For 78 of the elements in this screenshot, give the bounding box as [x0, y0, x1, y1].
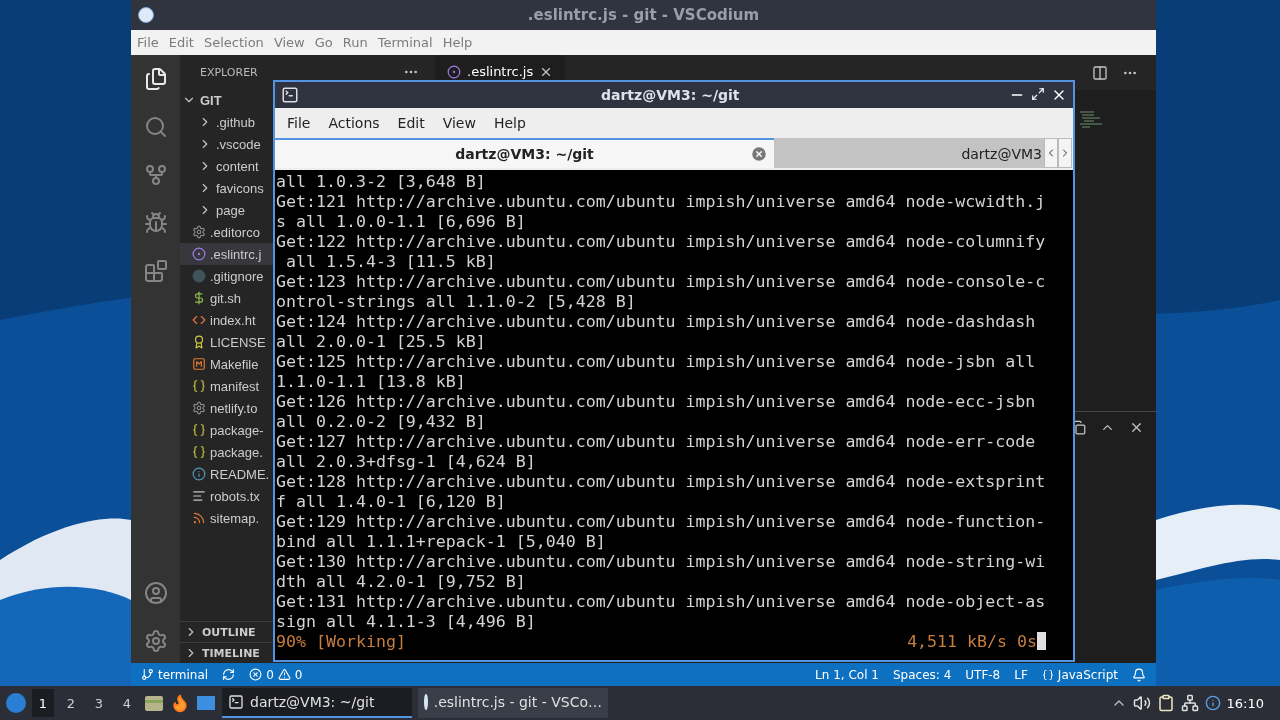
menu-item[interactable]: Go [314, 35, 333, 50]
workspace-button[interactable]: 2 [60, 689, 82, 717]
menu-item[interactable]: File [279, 115, 319, 131]
menu-item[interactable]: File [137, 35, 159, 50]
terminal-line: all 1.5.4-3 [11.5 kB] [285, 252, 497, 272]
file-tree-item[interactable]: .eslintrc.j [180, 243, 273, 265]
workspace-button[interactable]: 1 [32, 689, 54, 717]
clock: 16:10 [1226, 695, 1265, 711]
menu-item[interactable]: Help [442, 35, 473, 50]
terminal-line: Get:123 http://archive.ubuntu.com/ubuntu impish/universe amd64 node-console-c [276, 272, 1047, 292]
transfer-rate: 4,511 kB/s 0s [907, 632, 1037, 652]
file-tree-item[interactable]: index.ht [180, 309, 273, 331]
terminal-line: sign all 4.1.1-3 [4,496 B] [276, 612, 537, 632]
window-title: dartz@VM3: ~/git [601, 87, 740, 103]
terminal-line: Get:128 http://archive.ubuntu.com/ubuntu impish/universe amd64 node-extsprint [276, 472, 1047, 492]
terminal-line: all 1.0.3-2 [3,648 B] [276, 172, 487, 192]
file-tree-item[interactable]: robots.tx [180, 485, 273, 507]
file-tree-item[interactable]: Makefile [180, 353, 273, 375]
terminal-line: all 2.0.0-1 [25.5 kB] [276, 332, 487, 352]
file-tree-item[interactable]: page [180, 199, 273, 221]
file-tree-item[interactable]: manifest [180, 375, 273, 397]
terminal-line: s all 1.0.0-1.1 [6,696 B] [276, 212, 527, 232]
status-item[interactable]: UTF-8 [965, 667, 1001, 682]
terminal-line: Get:124 http://archive.ubuntu.com/ubuntu impish/universe amd64 node-dashdash [276, 312, 1037, 332]
terminal-line: 1.1.0-1.1 [13.8 kB] [276, 372, 467, 392]
menu-item[interactable]: Selection [203, 35, 264, 50]
taskbar-task[interactable]: dartz@VM3: ~/git [222, 688, 412, 718]
file-tree-item[interactable]: content [180, 155, 273, 177]
file-tree-item[interactable]: .editorco [180, 221, 273, 243]
language-status[interactable]: JavaScript [1041, 667, 1118, 682]
terminal-line: Get:131 http://archive.ubuntu.com/ubuntu impish/universe amd64 node-object-as [276, 592, 1047, 612]
terminal-line: Get:130 http://archive.ubuntu.com/ubuntu impish/universe amd64 node-string-wi [276, 552, 1047, 572]
file-tree-item[interactable]: favicons [180, 177, 273, 199]
menu-item[interactable]: View [434, 115, 484, 131]
menu-item[interactable]: Edit [168, 35, 194, 50]
terminal-line: ontrol-strings all 1.1.0-2 [5,428 B] [276, 292, 637, 312]
progress-text: 90% [Working] [276, 632, 406, 652]
menu-item[interactable]: View [273, 35, 305, 50]
file-tree-item[interactable]: sitemap. [180, 507, 273, 529]
branch-status[interactable]: terminal [141, 667, 209, 682]
terminal-line: Get:125 http://archive.ubuntu.com/ubuntu impish/universe amd64 node-jsbn all [276, 352, 1037, 372]
terminal-line: Get:121 http://archive.ubuntu.com/ubuntu impish/universe amd64 node-wcwidth.j [276, 192, 1047, 212]
problems-status[interactable]: 0 0 [249, 667, 303, 682]
sidebar-title: EXPLORER [200, 65, 258, 79]
terminal-line: f all 1.4.0-1 [6,120 B] [276, 492, 507, 512]
file-tree-item[interactable]: .github [180, 111, 273, 133]
file-tree-item[interactable]: .vscode [180, 133, 273, 155]
file-tree-item[interactable]: package. [180, 441, 273, 463]
status-item[interactable]: Spaces: 4 [892, 667, 952, 682]
window-title: .eslintrc.js - git - VSCodium [526, 6, 761, 24]
editor-tab[interactable]: .eslintrc.js [435, 55, 565, 80]
menu-item[interactable]: Terminal [377, 35, 433, 50]
status-item[interactable]: LF [1014, 667, 1028, 682]
file-tree-item[interactable]: LICENSE [180, 331, 273, 353]
terminal-line: dth all 4.2.0-1 [9,752 B] [276, 572, 527, 592]
terminal-tab[interactable]: dartz@VM3: ~/git [275, 138, 774, 168]
tree-root[interactable]: GIT [180, 89, 273, 111]
terminal-tab[interactable]: dartz@VM3 [774, 138, 1044, 168]
workspace-button[interactable]: 3 [88, 689, 110, 717]
file-tree-item[interactable]: README. [180, 463, 273, 485]
terminal-line: Get:129 http://archive.ubuntu.com/ubuntu impish/universe amd64 node-function- [276, 512, 1047, 532]
file-tree-item[interactable]: git.sh [180, 287, 273, 309]
file-tree-item[interactable]: netlify.to [180, 397, 273, 419]
terminal-line: Get:127 http://archive.ubuntu.com/ubuntu impish/universe amd64 node-err-code [276, 432, 1037, 452]
status-item[interactable]: Ln 1, Col 1 [815, 667, 879, 682]
terminal-line: Get:126 http://archive.ubuntu.com/ubuntu impish/universe amd64 node-ecc-jsbn [276, 392, 1037, 412]
terminal-line: bind all 1.1.1+repack-1 [5,040 B] [276, 532, 607, 552]
terminal-line: all 2.0.3+dfsg-1 [4,624 B] [276, 452, 537, 472]
file-tree-item[interactable]: .gitignore [180, 265, 273, 287]
terminal-line: Get:122 http://archive.ubuntu.com/ubuntu impish/universe amd64 node-columnify [276, 232, 1047, 252]
terminal-line: all 0.2.0-2 [9,432 B] [276, 412, 487, 432]
menu-item[interactable]: Run [342, 35, 368, 50]
menu-item[interactable]: Help [485, 115, 534, 131]
taskbar-task[interactable]: .eslintrc.js - git - VSCo… [418, 688, 608, 718]
menu-item[interactable]: Actions [320, 115, 388, 131]
menu-item[interactable]: Edit [389, 115, 433, 131]
file-tree-item[interactable]: package- [180, 419, 273, 441]
workspace-button[interactable]: 4 [116, 689, 138, 717]
